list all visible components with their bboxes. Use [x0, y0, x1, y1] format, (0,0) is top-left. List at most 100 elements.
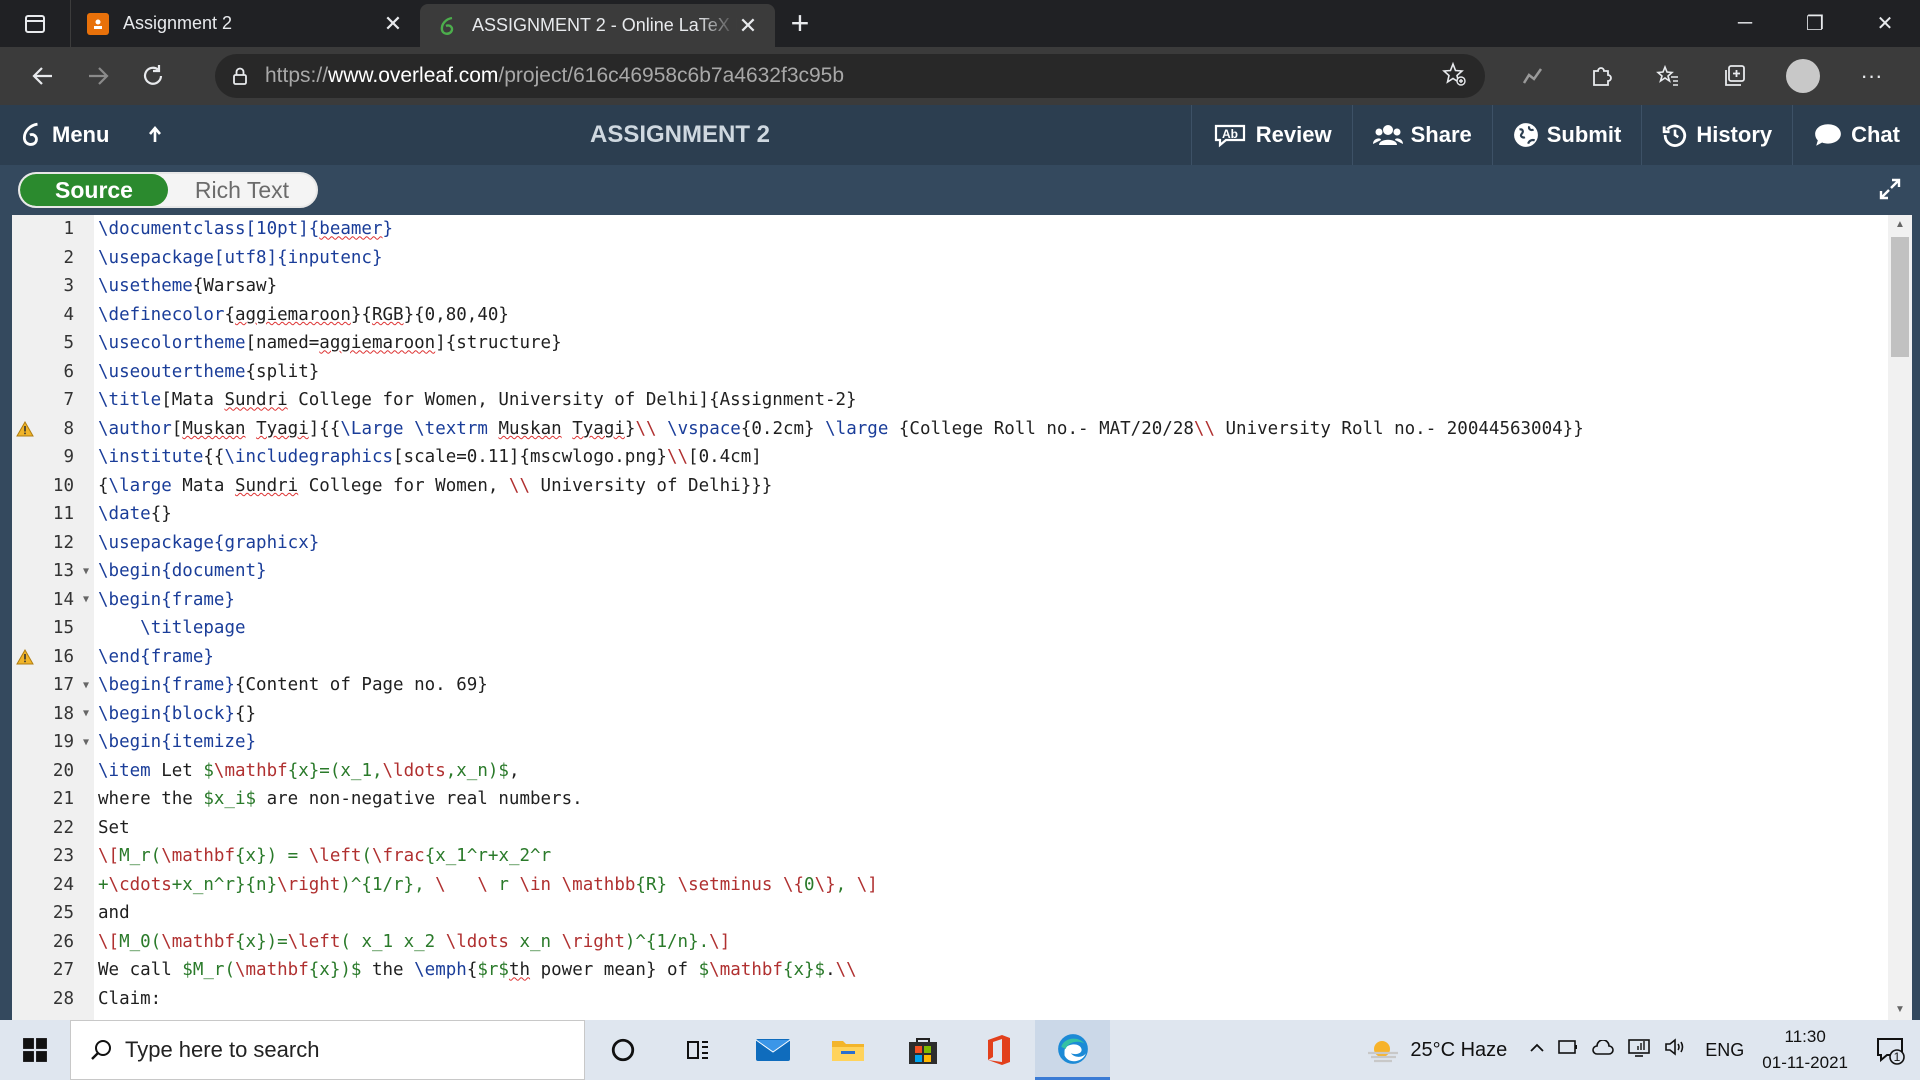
- profile-avatar[interactable]: [1786, 59, 1820, 93]
- edge-browser-button[interactable]: [1035, 1020, 1110, 1080]
- code-line[interactable]: 3 \usetheme{Warsaw}: [12, 272, 1882, 301]
- share-button[interactable]: Share: [1351, 105, 1492, 165]
- minimize-button[interactable]: ─: [1710, 0, 1780, 47]
- clock[interactable]: 11:30 01-11-2021: [1762, 1024, 1848, 1076]
- code-line[interactable]: 6 \useoutertheme{split}: [12, 358, 1882, 387]
- code-line[interactable]: 5 \usecolortheme[named=aggiemaroon]{struc…: [12, 329, 1882, 358]
- code-line[interactable]: 14 ▼ \begin{frame}: [12, 586, 1882, 615]
- code-token: \]: [709, 931, 731, 952]
- taskbar-search-input[interactable]: Type here to search: [70, 1020, 585, 1080]
- code-line[interactable]: 27 We call $M_r(\mathbf{x})$ the \emph{$r…: [12, 956, 1882, 985]
- notification-center-button[interactable]: 1: [1870, 1035, 1910, 1065]
- scroll-down-icon[interactable]: ▼: [1888, 1000, 1912, 1020]
- code-line[interactable]: 24 +\cdots+x_n^r}{n}\right)^{1/r}, \ \ r …: [12, 871, 1882, 900]
- close-tab-icon[interactable]: ✕: [382, 11, 404, 36]
- cloud-icon[interactable]: [1591, 1038, 1615, 1062]
- line-number: 11: [52, 504, 74, 525]
- code-line[interactable]: 10 {\large Mata Sundri College for Women,…: [12, 472, 1882, 501]
- review-button[interactable]: Ab Review: [1190, 105, 1352, 165]
- scroll-up-icon[interactable]: ▲: [1888, 215, 1912, 235]
- store-app-button[interactable]: [885, 1020, 960, 1080]
- code-line[interactable]: 16 \end{frame}: [12, 643, 1882, 672]
- warning-icon[interactable]: [16, 648, 34, 670]
- source-mode-button[interactable]: Source: [20, 174, 168, 206]
- fold-toggle-icon[interactable]: ▼: [78, 566, 94, 577]
- code-line[interactable]: 18 ▼ \begin{block}{}: [12, 700, 1882, 729]
- code-line[interactable]: 21 where the $x_i$ are non-negative real …: [12, 785, 1882, 814]
- refresh-button[interactable]: [125, 47, 180, 105]
- code-line[interactable]: 22 Set: [12, 814, 1882, 843]
- code-token: \usetheme: [98, 276, 193, 297]
- office-app-button[interactable]: [960, 1020, 1035, 1080]
- fold-toggle-icon[interactable]: ▼: [78, 680, 94, 691]
- collections-icon[interactable]: [1701, 63, 1768, 89]
- tab-actions-menu[interactable]: [0, 0, 70, 47]
- close-tab-icon[interactable]: ✕: [737, 13, 759, 38]
- code-line[interactable]: 19 ▼ \begin{itemize}: [12, 728, 1882, 757]
- code-line[interactable]: 26 \[M_0(\mathbf{x})=\left( x_1 x_2 \ldot…: [12, 928, 1882, 957]
- code-token: the: [361, 960, 415, 981]
- input-language[interactable]: ENG: [1705, 1040, 1744, 1061]
- globe-icon: [1513, 123, 1538, 147]
- code-line[interactable]: 23 \[M_r(\mathbf{x}) = \left(\frac{x_1^r+…: [12, 842, 1882, 871]
- forward-button[interactable]: [70, 47, 125, 105]
- pdf-panel-collapse-handle[interactable]: [1912, 215, 1920, 1020]
- code-line[interactable]: 13 ▼ \begin{document}: [12, 557, 1882, 586]
- more-options-icon[interactable]: ···: [1838, 63, 1905, 89]
- favorites-icon[interactable]: [1634, 63, 1701, 89]
- rich-text-mode-button[interactable]: Rich Text: [168, 174, 316, 206]
- fold-toggle-icon[interactable]: ▼: [78, 594, 94, 605]
- menu-button[interactable]: Menu: [0, 105, 127, 165]
- add-favorite-star-icon[interactable]: [1441, 61, 1467, 92]
- url-input[interactable]: https://www.overleaf.com/project/616c469…: [215, 54, 1485, 98]
- show-hidden-icons-chevron-icon[interactable]: [1529, 1039, 1545, 1062]
- file-tree-collapse-handle[interactable]: [0, 215, 12, 1020]
- extensions-puzzle-icon[interactable]: [1567, 63, 1634, 89]
- code-line[interactable]: 25 and: [12, 899, 1882, 928]
- mail-app-button[interactable]: [735, 1020, 810, 1080]
- weather-widget[interactable]: 25°C Haze: [1366, 1037, 1507, 1063]
- code-token: {{: [203, 447, 225, 468]
- code-line[interactable]: 15 \titlepage: [12, 614, 1882, 643]
- notification-icon: [1877, 1038, 1905, 1065]
- volume-icon[interactable]: [1663, 1037, 1687, 1063]
- code-line[interactable]: 17 ▼ \begin{frame}{Content of Page no. 69}: [12, 671, 1882, 700]
- file-explorer-button[interactable]: [810, 1020, 885, 1080]
- new-tab-button[interactable]: +: [775, 0, 825, 47]
- upload-button[interactable]: [127, 105, 191, 165]
- code-line[interactable]: 12 \usepackage{graphicx}: [12, 529, 1882, 558]
- code-line[interactable]: 2 \usepackage[utf8]{inputenc}: [12, 244, 1882, 273]
- back-button[interactable]: [15, 47, 70, 105]
- code-editor[interactable]: 1 \documentclass[10pt]{beamer} 2 \usepackag…: [0, 215, 1920, 1020]
- start-button[interactable]: [0, 1020, 70, 1080]
- history-button[interactable]: History: [1641, 105, 1792, 165]
- line-number: 5: [63, 333, 74, 354]
- cortana-button[interactable]: [585, 1020, 660, 1080]
- fold-toggle-icon[interactable]: ▼: [78, 737, 94, 748]
- code-line[interactable]: 20 \item Let $\mathbf{x}=(x_1,\ldots,x_n)…: [12, 757, 1882, 786]
- tablet-battery-icon[interactable]: [1557, 1038, 1579, 1062]
- browser-tab-assignment[interactable]: Assignment 2 ✕: [70, 0, 420, 47]
- code-line[interactable]: 4 \definecolor{aggiemaroon}{RGB}{0,80,40}: [12, 301, 1882, 330]
- code-line[interactable]: 7 \title[Mata Sundri College for Women, U…: [12, 386, 1882, 415]
- fold-toggle-icon[interactable]: ▼: [78, 708, 94, 719]
- task-view-button[interactable]: [660, 1020, 735, 1080]
- code-line[interactable]: 8 \author[Muskan Tyagi]{{\Large \textrm M…: [12, 415, 1882, 444]
- close-window-button[interactable]: ✕: [1850, 0, 1920, 47]
- expand-editor-icon[interactable]: [1878, 177, 1902, 206]
- editor-scrollbar[interactable]: ▲ ▼: [1888, 215, 1912, 1020]
- code-line[interactable]: 9 \institute{{\includegraphics[scale=0.11…: [12, 443, 1882, 472]
- extension-icon[interactable]: [1500, 63, 1567, 89]
- network-icon[interactable]: [1627, 1037, 1651, 1063]
- browser-tab-overleaf[interactable]: ASSIGNMENT 2 - Online LaTeX E ✕: [420, 4, 775, 47]
- chat-button[interactable]: Chat: [1792, 105, 1920, 165]
- code-line[interactable]: 28 Claim:: [12, 985, 1882, 1014]
- scrollbar-thumb[interactable]: [1891, 237, 1909, 357]
- code-line[interactable]: 11 \date{}: [12, 500, 1882, 529]
- warning-icon[interactable]: [16, 420, 34, 442]
- code-line[interactable]: 1 \documentclass[10pt]{beamer}: [12, 215, 1882, 244]
- restore-button[interactable]: ❐: [1780, 0, 1850, 47]
- code-text: \title[Mata Sundri College for Women, Un…: [94, 390, 857, 410]
- submit-button[interactable]: Submit: [1491, 105, 1642, 165]
